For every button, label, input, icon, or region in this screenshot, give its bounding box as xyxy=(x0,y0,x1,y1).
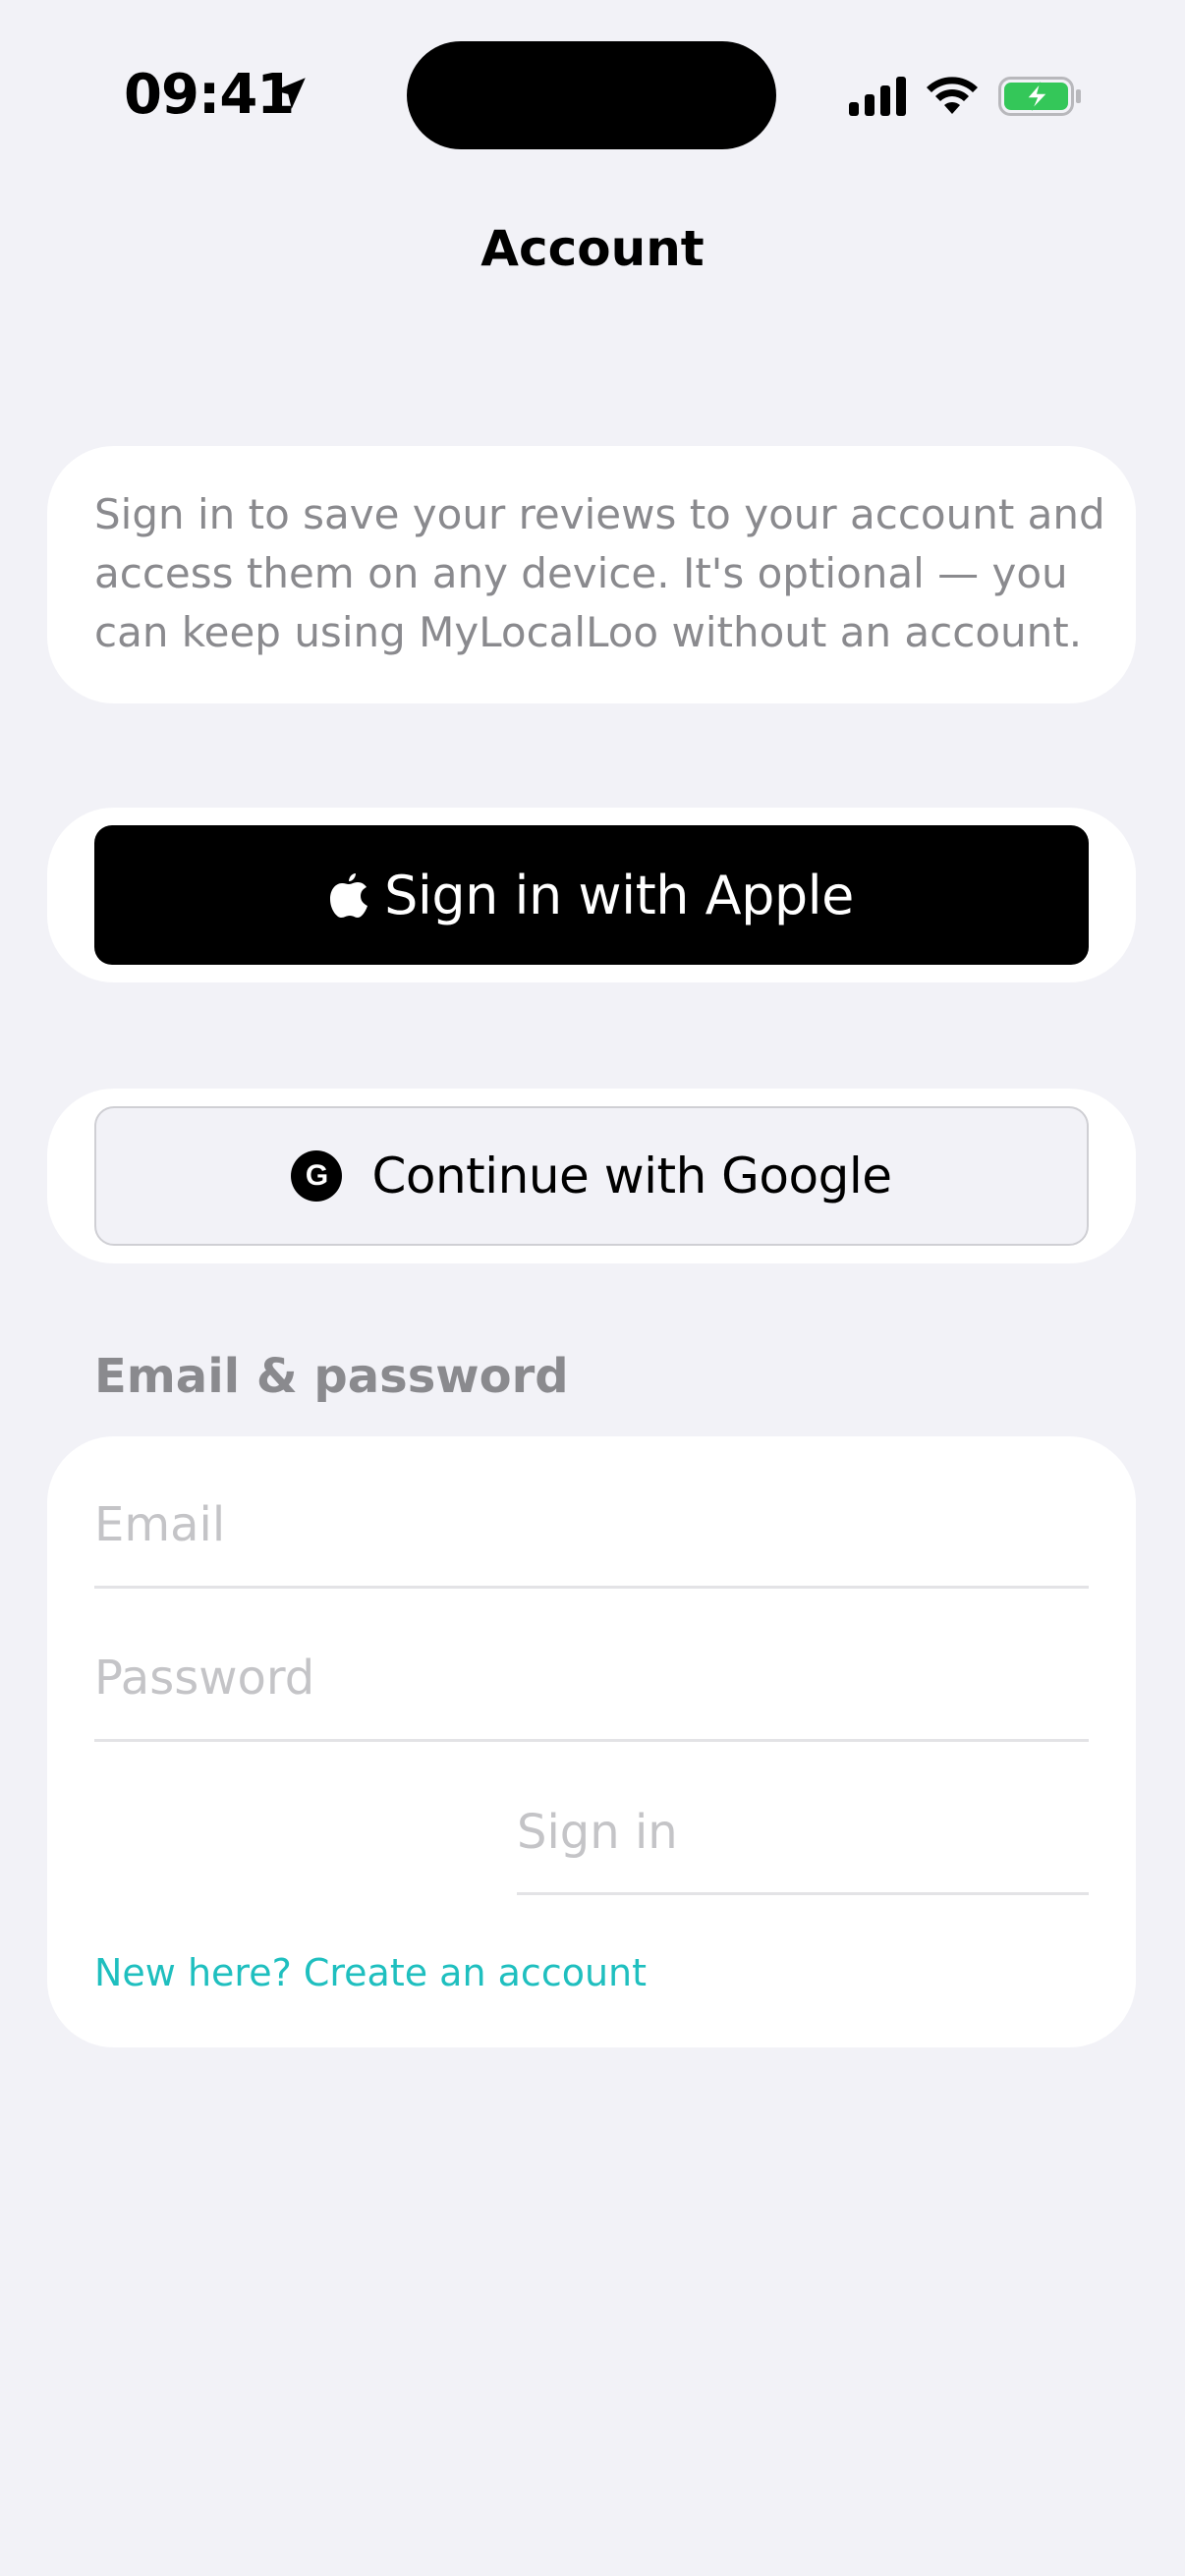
password-divider xyxy=(94,1739,1089,1742)
continue-with-google-button[interactable]: G Continue with Google xyxy=(94,1106,1089,1246)
sign-in-divider xyxy=(517,1892,1089,1895)
apple-logo-icon xyxy=(330,873,368,918)
cellular-signal-icon xyxy=(849,77,906,116)
page-title: Account xyxy=(480,220,705,277)
location-arrow-icon xyxy=(274,78,306,109)
dynamic-island xyxy=(407,41,776,149)
apple-signin-card: Sign in with Apple xyxy=(47,808,1136,982)
wifi-icon xyxy=(927,77,978,114)
email-field[interactable] xyxy=(94,1485,1089,1564)
sign-in-with-apple-button[interactable]: Sign in with Apple xyxy=(94,825,1089,965)
battery-charging-icon xyxy=(998,77,1081,116)
google-signin-card: G Continue with Google xyxy=(47,1089,1136,1263)
google-icon: G xyxy=(291,1150,343,1202)
apple-button-label: Sign in with Apple xyxy=(384,864,854,926)
sign-in-button[interactable]: Sign in xyxy=(517,1788,678,1876)
google-button-label: Continue with Google xyxy=(371,1148,892,1204)
email-divider xyxy=(94,1586,1089,1589)
create-account-link[interactable]: New here? Create an account xyxy=(94,1943,647,2002)
info-description: Sign in to save your reviews to your acc… xyxy=(94,490,1105,656)
email-password-section-header: Email & password xyxy=(94,1349,569,1404)
email-password-card: Sign in New here? Create an account xyxy=(47,1436,1136,2047)
password-field[interactable] xyxy=(94,1639,1089,1717)
info-card: Sign in to save your reviews to your acc… xyxy=(47,446,1136,703)
